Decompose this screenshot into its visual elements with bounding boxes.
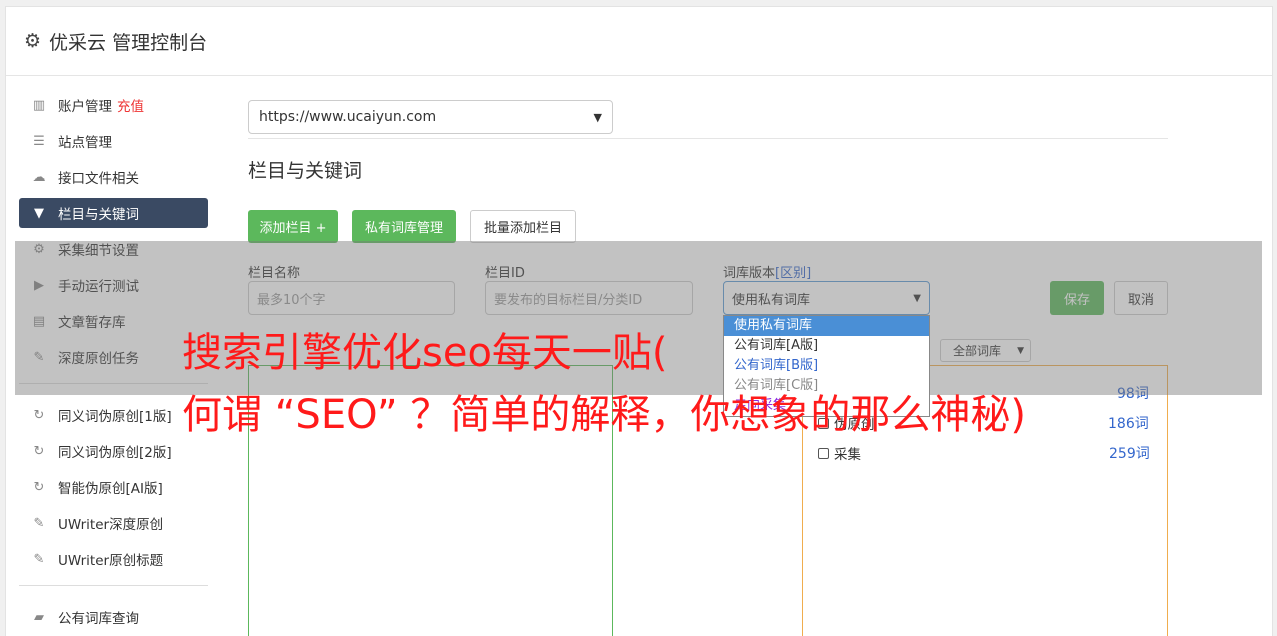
lib-item-label: 采集 [834,447,861,463]
recharge-link[interactable]: 充值 [117,95,144,115]
lib-list-item[interactable]: 采集 [818,443,861,463]
watermark-line-1: 搜索引擎优化seo每天一贴( [182,330,668,376]
chevron-down-icon: ▼ [593,110,602,124]
site-select-value: https://www.ucaiyun.com [259,109,437,125]
sidebar-item-label: 同义词伪原创[1版] [58,409,172,425]
gear-icon: ⚙ [24,30,42,52]
watermark-line-2: 何谓 “SEO” ？简单的解释，你想象的那么神秘) [182,392,1026,438]
cloud-upload-icon: ☁ [32,169,46,185]
refresh-icon: ↻ [33,443,45,459]
sidebar-item-label: 账户管理 [58,99,112,115]
sidebar-item-account[interactable]: ▥ 账户管理 充值 [19,90,208,120]
sidebar-item-uwriter-deep[interactable]: ✎ UWriter深度原创 [19,508,208,538]
refresh-icon: ↻ [33,479,45,495]
filter-icon: ▼ [34,205,44,221]
sidebar-item-label: 公有词库查询 [58,611,139,627]
lib-item-count: 186词 [1108,416,1149,432]
header: ⚙ 优采云 管理控制台 [6,7,1272,76]
site-select[interactable]: https://www.ucaiyun.com ▼ [248,100,613,134]
sidebar-item-ai-original[interactable]: ↻ 智能伪原创[AI版] [19,472,208,502]
sidebar-item-interface[interactable]: ☁ 接口文件相关 [19,162,208,192]
dropdown-option[interactable]: 使用私有词库 [724,316,929,336]
sidebar-item-synonym-v2[interactable]: ↻ 同义词伪原创[2版] [19,436,208,466]
sidebar-item-label: 站点管理 [58,135,112,151]
section-title: 栏目与关键词 [248,160,363,182]
checkbox[interactable] [818,447,829,459]
refresh-icon: ↻ [33,407,45,423]
dropdown-option[interactable]: 公有词库[B版] [724,356,929,376]
sidebar-item-columns[interactable]: ▼ 栏目与关键词 [19,198,208,228]
sidebar-item-label: 同义词伪原创[2版] [58,445,172,461]
add-column-button[interactable]: 添加栏目 + [248,210,338,243]
book-icon: ▰ [34,609,44,625]
server-icon: ☰ [33,133,45,149]
page-title: 优采云 管理控制台 [49,31,208,54]
sidebar-item-uwriter-title[interactable]: ✎ UWriter原创标题 [19,544,208,574]
batch-add-button[interactable]: 批量添加栏目 [470,210,576,243]
sidebar-item-label: UWriter原创标题 [58,553,164,569]
sidebar-item-label: 栏目与关键词 [58,207,139,223]
sidebar-item-public-lib[interactable]: ▰ 公有词库查询 [19,602,208,632]
edit-icon: ✎ [33,515,45,531]
sidebar-divider [19,585,208,586]
sidebar-item-label: UWriter深度原创 [58,517,164,533]
sidebar-item-synonym-v1[interactable]: ↻ 同义词伪原创[1版] [19,400,208,430]
lib-item-count: 259词 [1109,446,1150,462]
bar-chart-icon: ▥ [32,97,46,113]
sidebar-item-sites[interactable]: ☰ 站点管理 [19,126,208,156]
divider [248,138,1168,139]
sidebar-item-label: 接口文件相关 [58,171,139,187]
private-lib-button[interactable]: 私有词库管理 [352,210,456,243]
sidebar-item-label: 智能伪原创[AI版] [58,481,163,497]
dropdown-option[interactable]: 公有词库[A版] [724,336,929,356]
edit-icon: ✎ [33,551,45,567]
